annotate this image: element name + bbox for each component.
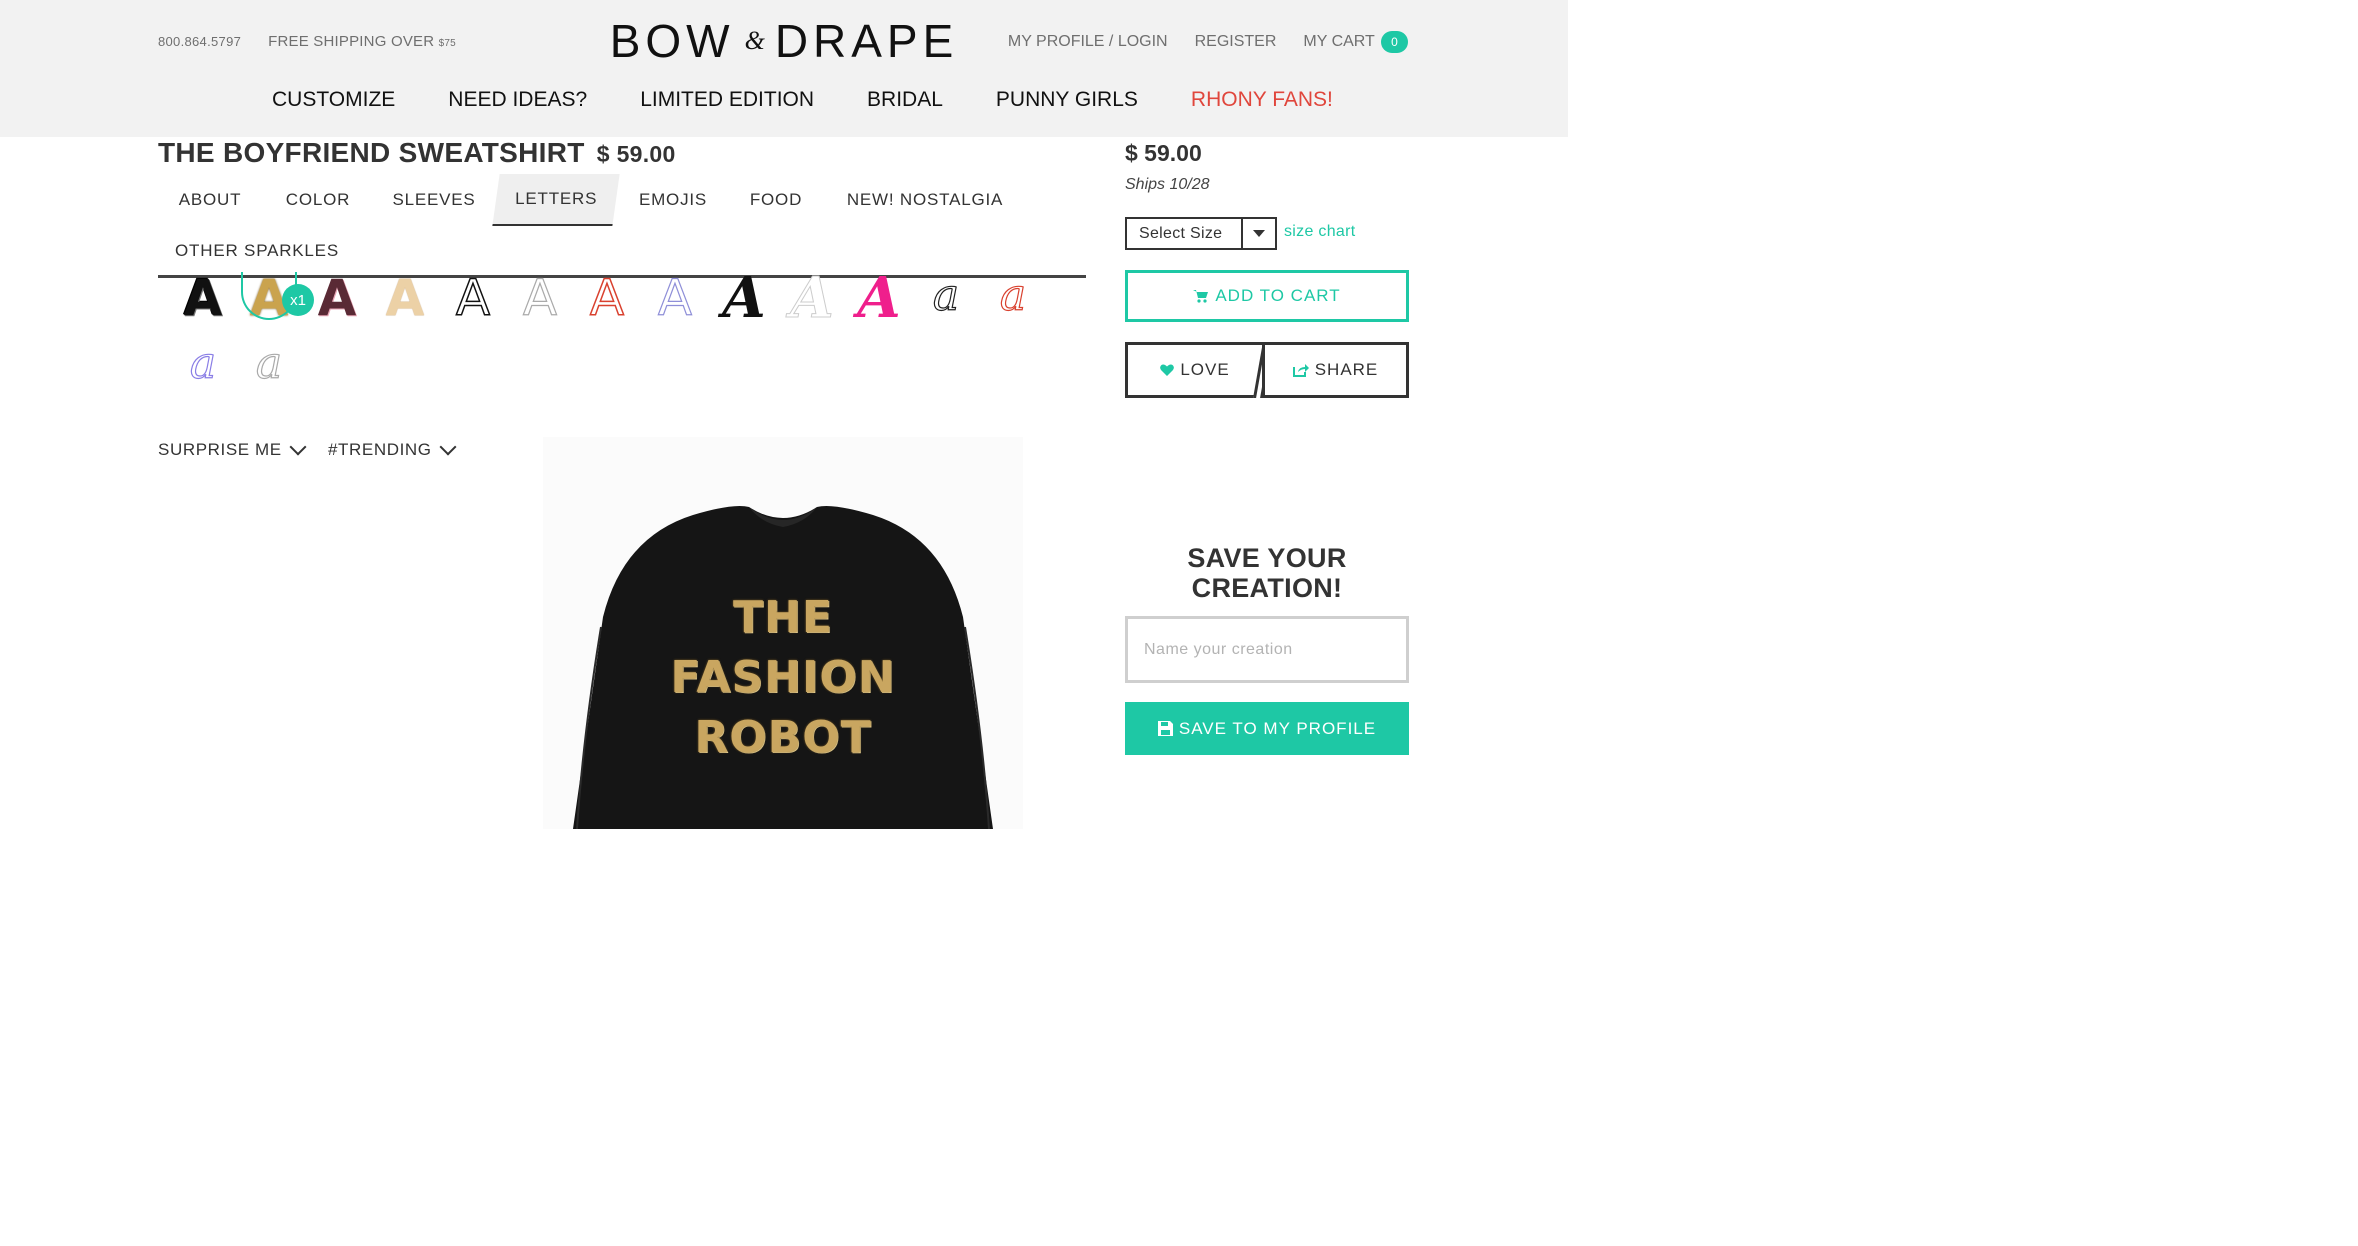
swatch-glyph: A: [455, 269, 491, 327]
product-price-inline: $ 59.00: [596, 141, 676, 167]
love-button[interactable]: LOVE: [1125, 342, 1265, 398]
floppy-disk-icon: [1157, 721, 1173, 736]
shipping-amount: $75: [438, 38, 456, 49]
save-to-profile-label: SAVE TO MY PROFILE: [1178, 718, 1377, 738]
letter-swatch-black-sequin[interactable]: A: [175, 268, 231, 328]
letter-swatch-lavender-outline[interactable]: A: [647, 268, 703, 328]
swatch-glyph: a: [932, 270, 960, 321]
logo-word-left: BOW: [609, 15, 735, 67]
logo-ampersand: &: [744, 26, 765, 55]
surprise-me-label: SURPRISE ME: [158, 440, 282, 459]
nav-bridal[interactable]: BRIDAL: [867, 88, 943, 112]
letter-swatch-beige-pearl[interactable]: A: [377, 268, 433, 328]
swatch-glyph: a: [189, 338, 217, 389]
letter-swatch-black-outline[interactable]: A: [445, 268, 501, 328]
share-label: SHARE: [1314, 360, 1379, 379]
size-select-value: Select Size: [1139, 224, 1223, 242]
letter-swatch-pink-bold-italic[interactable]: A: [851, 268, 907, 328]
letter-swatch-black-bold-italic[interactable]: A: [716, 268, 772, 328]
swatch-glyph: A: [183, 269, 223, 327]
nav-need-ideas[interactable]: NEED IDEAS?: [448, 88, 587, 112]
phone-number[interactable]: 800.864.5797: [158, 34, 241, 49]
save-creation-heading: SAVE YOUR CREATION!: [1125, 543, 1409, 603]
cart-label: MY CART: [1303, 33, 1375, 51]
site-logo[interactable]: BOW & DRAPE: [608, 15, 960, 67]
letter-swatch-red-dotted-script[interactable]: a: [985, 266, 1041, 326]
trending-dropdown[interactable]: #TRENDING: [328, 438, 457, 460]
shipping-text: FREE SHIPPING OVER: [268, 33, 435, 50]
nav-rhony-fans[interactable]: RHONY FANS!: [1191, 88, 1333, 112]
sweatshirt-text-line-1: THE: [733, 592, 833, 643]
sidebar-price: $ 59.00: [1125, 140, 1202, 166]
add-to-cart-label: ADD TO CART: [1215, 286, 1341, 305]
account-links: MY PROFILE / LOGIN REGISTER MY CART 0: [1008, 31, 1408, 53]
letter-swatch-red-outline[interactable]: A: [579, 268, 635, 328]
ship-date: Ships 10/28: [1125, 176, 1210, 193]
size-select[interactable]: Select Size: [1125, 217, 1277, 250]
swatch-count-badge: x1: [282, 284, 314, 316]
cart-icon: [1193, 290, 1209, 303]
nav-punny-girls[interactable]: PUNNY GIRLS: [996, 88, 1138, 112]
cart-count-badge: 0: [1381, 31, 1408, 53]
letter-swatch-purple-dotted-script[interactable]: a: [175, 334, 231, 394]
swatch-glyph: A: [857, 265, 901, 331]
love-label: LOVE: [1180, 360, 1230, 379]
trending-label: #TRENDING: [328, 440, 432, 459]
free-shipping-banner: FREE SHIPPING OVER $75: [268, 33, 456, 50]
letter-swatch-black-dotted-script[interactable]: a: [918, 266, 974, 326]
logo-word-right: DRAPE: [774, 15, 959, 67]
product-preview-image: THE FASHION ROBOT: [543, 437, 1023, 829]
swatch-glyph: A: [722, 265, 766, 331]
add-to-cart-button[interactable]: ADD TO CART: [1125, 270, 1409, 322]
chevron-down-icon: [439, 438, 457, 456]
header-left: 800.864.5797 FREE SHIPPING OVER $75: [158, 33, 456, 50]
nav-customize[interactable]: CUSTOMIZE: [272, 88, 395, 112]
swatch-glyph: a: [999, 270, 1027, 321]
share-icon: [1292, 364, 1309, 377]
heart-icon: [1160, 364, 1175, 376]
sweatshirt-text-line-3: ROBOT: [694, 712, 872, 763]
surprise-me-dropdown[interactable]: SURPRISE ME: [158, 438, 307, 460]
share-button[interactable]: SHARE: [1262, 342, 1409, 398]
tab-new-nostalgia[interactable]: NEW! NOSTALGIA: [828, 174, 1022, 226]
letter-swatch-pink-black-sequin[interactable]: A: [309, 268, 365, 328]
product-name: THE BOYFRIEND SWEATSHIRT: [158, 137, 585, 168]
chevron-down-icon: [289, 438, 307, 456]
swatch-glyph: A: [317, 269, 357, 327]
save-to-profile-button[interactable]: SAVE TO MY PROFILE: [1125, 702, 1409, 755]
letter-swatch-white-serif[interactable]: A: [784, 268, 840, 328]
register-link[interactable]: REGISTER: [1195, 33, 1277, 51]
swatch-glyph: A: [657, 269, 693, 327]
swatch-glyph: A: [385, 269, 425, 327]
select-arrow-icon: [1241, 219, 1275, 248]
cart-link[interactable]: MY CART 0: [1303, 31, 1408, 53]
main-nav: CUSTOMIZE NEED IDEAS? LIMITED EDITION BR…: [272, 88, 1333, 112]
creation-name-input[interactable]: [1125, 616, 1409, 683]
letter-swatch-gray-outline[interactable]: A: [512, 268, 568, 328]
tab-letters-label: LETTERS: [515, 189, 598, 208]
tab-food[interactable]: FOOD: [730, 174, 822, 226]
sweatshirt-text-line-2: FASHION: [670, 652, 896, 703]
size-chart-link[interactable]: size chart: [1284, 223, 1355, 241]
letter-swatch-gray-dotted-script[interactable]: a: [241, 334, 297, 394]
tab-about[interactable]: ABOUT: [158, 174, 262, 226]
site-header: 800.864.5797 FREE SHIPPING OVER $75 BOW …: [0, 0, 1568, 137]
swatch-glyph: A: [790, 265, 834, 331]
swatch-glyph: A: [522, 269, 558, 327]
tab-emojis[interactable]: EMOJIS: [622, 174, 724, 226]
tab-letters[interactable]: LETTERS: [492, 174, 620, 226]
tab-sleeves[interactable]: SLEEVES: [376, 174, 492, 226]
profile-login-link[interactable]: MY PROFILE / LOGIN: [1008, 33, 1168, 51]
swatch-glyph: a: [255, 338, 283, 389]
swatch-glyph: A: [589, 269, 625, 327]
save-heading-line-2: CREATION!: [1191, 573, 1343, 603]
product-title: THE BOYFRIEND SWEATSHIRT $ 59.00: [158, 137, 676, 169]
nav-limited-edition[interactable]: LIMITED EDITION: [640, 88, 814, 112]
save-heading-line-1: SAVE YOUR: [1187, 543, 1347, 573]
tab-color[interactable]: COLOR: [268, 174, 368, 226]
